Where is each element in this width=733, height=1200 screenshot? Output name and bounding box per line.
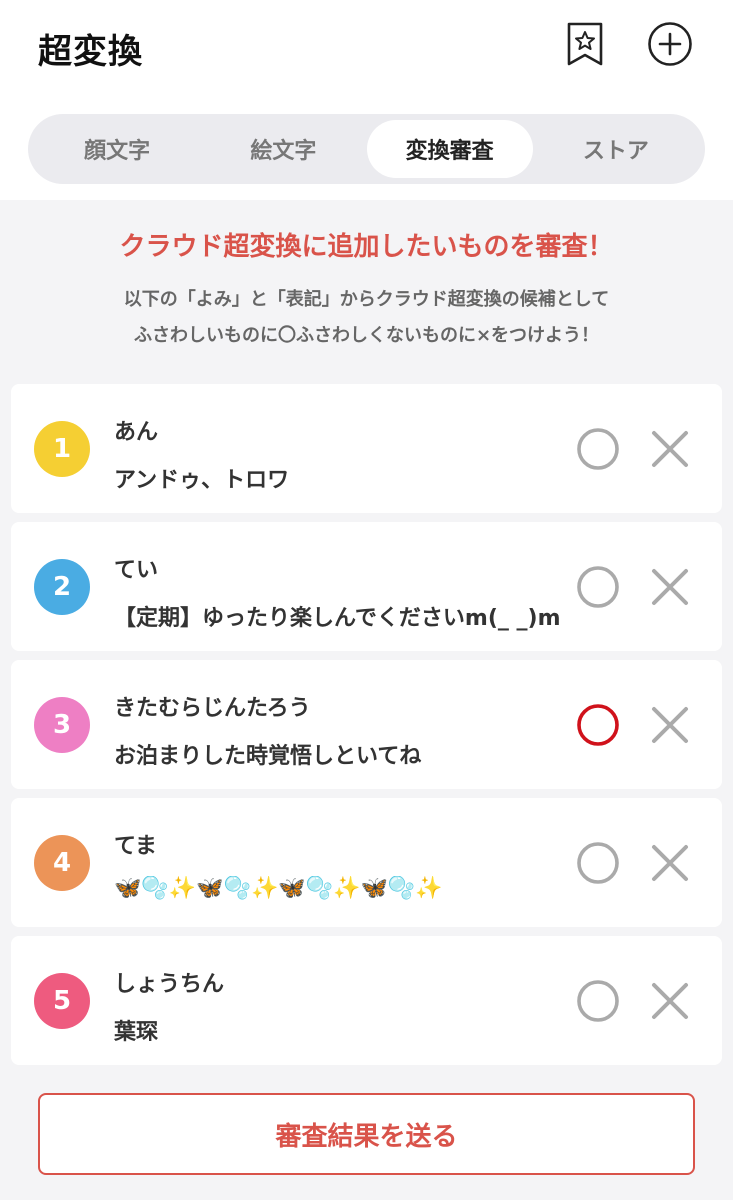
cross-mark-icon	[652, 431, 688, 467]
approve-button[interactable]	[575, 426, 621, 472]
review-description: 以下の「よみ」と「表記」からクラウド超変換の候補として ふさわしいものに〇ふさわ…	[0, 282, 733, 354]
item-number-badge: 2	[34, 559, 90, 615]
item-yomi: きたむらじんたろう	[114, 696, 311, 721]
reject-button[interactable]	[647, 702, 693, 748]
circle-mark-icon	[577, 842, 619, 884]
tab-emoji[interactable]: 絵文字	[200, 120, 366, 178]
segmented-control: 顔文字 絵文字 変換審査 ストア	[28, 114, 705, 184]
review-card-3: 3 きたむらじんたろう お泊まりした時覚悟しといてね	[11, 660, 722, 789]
review-card-2: 2 てい 【定期】ゆったり楽しんでくださいm(_ _)m	[11, 522, 722, 651]
approve-button[interactable]	[575, 564, 621, 610]
description-line-2: ふさわしいものに〇ふさわしくないものに×をつけよう！	[133, 325, 600, 346]
bookmark-button[interactable]	[561, 20, 609, 68]
top-bar: 超変換 顔文字 絵文字 変換審査 ストア	[0, 0, 733, 200]
review-card-5: 5 しょうちん 葉琛	[11, 936, 722, 1065]
bookmark-star-icon	[567, 22, 603, 66]
cross-mark-icon	[652, 845, 688, 881]
item-hyoki: 【定期】ゆったり楽しんでくださいm(_ _)m	[114, 606, 561, 631]
review-card-4: 4 てま 🦋🫧✨🦋🫧✨🦋🫧✨🦋🫧✨	[11, 798, 722, 927]
item-number-badge: 3	[34, 697, 90, 753]
approve-button[interactable]	[575, 978, 621, 1024]
item-hyoki: お泊まりした時覚悟しといてね	[114, 744, 422, 769]
circle-mark-icon	[577, 428, 619, 470]
reject-button[interactable]	[647, 978, 693, 1024]
item-yomi: てい	[114, 558, 159, 583]
approve-button[interactable]	[575, 702, 621, 748]
tab-review[interactable]: 変換審査	[366, 120, 533, 178]
item-hyoki: 葉琛	[114, 1020, 159, 1045]
item-yomi: てま	[114, 834, 157, 859]
item-number-badge: 1	[34, 421, 90, 477]
review-heading: クラウド超変換に追加したいものを審査！	[119, 232, 614, 262]
add-button[interactable]	[646, 20, 694, 68]
cross-mark-icon	[652, 707, 688, 743]
reject-button[interactable]	[647, 426, 693, 472]
submit-review-button[interactable]: 審査結果を送る	[38, 1093, 695, 1175]
circle-mark-icon	[577, 566, 619, 608]
item-yomi: しょうちん	[114, 972, 225, 997]
item-hyoki: アンドゥ、トロワ	[114, 468, 290, 493]
item-hyoki: 🦋🫧✨🦋🫧✨🦋🫧✨🦋🫧✨	[114, 876, 443, 901]
item-yomi: あん	[114, 420, 159, 445]
cross-mark-icon	[652, 983, 688, 1019]
reject-button[interactable]	[647, 840, 693, 886]
tab-store[interactable]: ストア	[533, 120, 699, 178]
app-title: 超変換	[38, 32, 143, 72]
description-line-1: 以下の「よみ」と「表記」からクラウド超変換の候補として	[123, 289, 610, 310]
circle-mark-icon	[577, 704, 619, 746]
reject-button[interactable]	[647, 564, 693, 610]
plus-circle-icon	[648, 22, 692, 66]
tab-kaomoji[interactable]: 顔文字	[34, 120, 200, 178]
review-card-1: 1 あん アンドゥ、トロワ	[11, 384, 722, 513]
cross-mark-icon	[652, 569, 688, 605]
item-number-badge: 4	[34, 835, 90, 891]
item-number-badge: 5	[34, 973, 90, 1029]
circle-mark-icon	[577, 980, 619, 1022]
approve-button[interactable]	[575, 840, 621, 886]
